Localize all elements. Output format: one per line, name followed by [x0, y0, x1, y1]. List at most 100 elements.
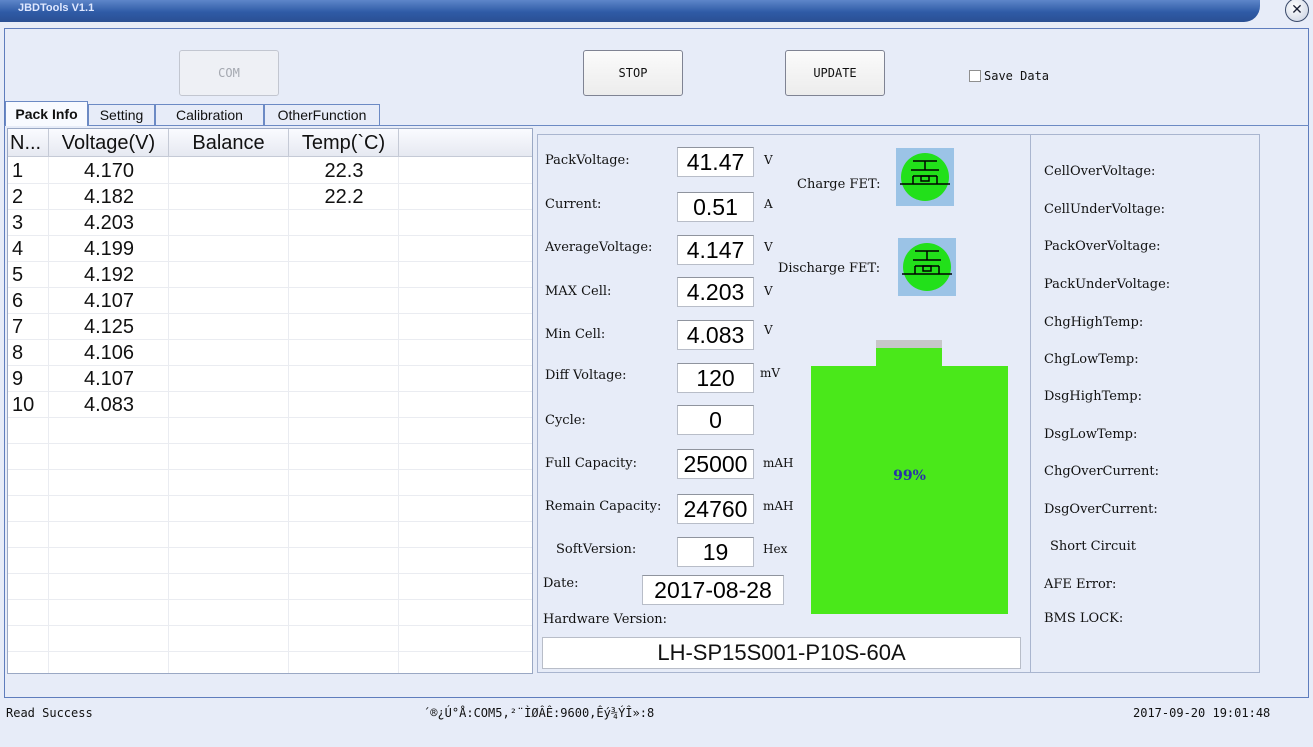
tab-pack-info[interactable]: Pack Info: [5, 101, 88, 126]
table-row[interactable]: 7 4.125: [8, 314, 532, 340]
table-row[interactable]: [8, 652, 532, 673]
protection-cell-under-voltage: CellUnderVoltage:: [1044, 202, 1166, 217]
cell-table[interactable]: N... Voltage(V) Balance Temp(`C) 1 4.170 2…: [7, 128, 533, 674]
cell-balance: [169, 340, 289, 366]
protection-chg-over-current: ChgOverCurrent:: [1044, 464, 1159, 479]
table-row[interactable]: [8, 626, 532, 652]
protection-short-circuit: Short Circuit: [1050, 539, 1137, 554]
protection-afe-error: AFE Error:: [1044, 577, 1117, 592]
table-row[interactable]: 9 4.107: [8, 366, 532, 392]
status-message: Read Success: [6, 706, 93, 720]
close-icon[interactable]: ✕: [1285, 0, 1309, 22]
cell-balance: [169, 262, 289, 288]
min-cell-label: Min Cell:: [545, 327, 606, 342]
cell-temp: [289, 236, 399, 262]
cell-voltage: 4.107: [83, 368, 135, 390]
table-row[interactable]: 5 4.192: [8, 262, 532, 288]
max-cell-value: 4.203: [677, 277, 754, 307]
table-row[interactable]: [8, 522, 532, 548]
header-voltage[interactable]: Voltage(V): [49, 129, 169, 157]
cell-balance: [169, 236, 289, 262]
pack-voltage-label: PackVoltage:: [545, 153, 630, 168]
header-number[interactable]: N...: [8, 129, 49, 157]
cycle-value: 0: [677, 405, 754, 435]
average-voltage-unit: V: [764, 240, 773, 254]
cell-balance: [169, 366, 289, 392]
cell-number: 10: [12, 394, 35, 416]
save-data-label: Save Data: [984, 69, 1050, 83]
tab-other-function[interactable]: OtherFunction: [264, 104, 380, 125]
table-row[interactable]: 6 4.107: [8, 288, 532, 314]
protection-dsg-high-temp: DsgHighTemp:: [1044, 389, 1142, 404]
table-row[interactable]: 4 4.199: [8, 236, 532, 262]
table-row[interactable]: [8, 600, 532, 626]
table-row[interactable]: [8, 574, 532, 600]
cell-voltage: 4.192: [83, 264, 135, 286]
current-unit: A: [764, 197, 773, 211]
remain-capacity-value: 24760: [677, 494, 754, 524]
status-datetime: 2017-09-20 19:01:48: [1133, 706, 1271, 720]
charge-fet-icon: [896, 148, 954, 206]
charge-fet-label: Charge FET:: [797, 177, 881, 192]
tab-strip-line: [4, 125, 1309, 126]
header-temp[interactable]: Temp(`C): [289, 129, 399, 157]
max-cell-label: MAX Cell:: [545, 284, 612, 299]
table-row[interactable]: [8, 470, 532, 496]
protection-pack-over-voltage: PackOverVoltage:: [1044, 239, 1161, 254]
pack-voltage-value: 41.47: [677, 147, 754, 177]
cell-balance: [169, 158, 289, 184]
cell-number: 1: [12, 160, 24, 182]
cell-voltage: 4.203: [83, 212, 135, 234]
current-label: Current:: [545, 197, 602, 212]
com-button[interactable]: COM: [179, 50, 279, 96]
protection-chg-low-temp: ChgLowTemp:: [1044, 352, 1139, 367]
cell-temp: [289, 210, 399, 236]
title-bar: JBDTools V1.1 ✕: [0, 0, 1313, 24]
soft-version-unit: Hex: [763, 542, 788, 556]
table-row[interactable]: [8, 418, 532, 444]
cell-voltage: 4.125: [83, 316, 135, 338]
discharge-fet-label: Discharge FET:: [778, 261, 881, 276]
table-row[interactable]: 2 4.182 22.2: [8, 184, 532, 210]
cell-number: 9: [12, 368, 24, 390]
remain-capacity-label: Remain Capacity:: [545, 499, 662, 514]
cell-temp: 22.3: [324, 160, 364, 182]
discharge-fet-icon: [898, 238, 956, 296]
header-balance[interactable]: Balance: [169, 129, 289, 157]
average-voltage-label: AverageVoltage:: [545, 240, 653, 255]
stop-button[interactable]: STOP: [583, 50, 683, 96]
cell-number: 5: [12, 264, 24, 286]
cell-temp: [289, 392, 399, 418]
min-cell-value: 4.083: [677, 320, 754, 350]
table-header: N... Voltage(V) Balance Temp(`C): [8, 129, 532, 157]
protection-bms-lock: BMS LOCK:: [1044, 611, 1124, 626]
update-button[interactable]: UPDATE: [785, 50, 885, 96]
table-row[interactable]: [8, 444, 532, 470]
cycle-label: Cycle:: [545, 413, 586, 428]
cell-number: 4: [12, 238, 24, 260]
diff-voltage-unit: mV: [760, 366, 781, 380]
tab-calibration[interactable]: Calibration: [155, 104, 264, 125]
table-row[interactable]: 10 4.083: [8, 392, 532, 418]
cell-temp: [289, 314, 399, 340]
battery-icon: [811, 366, 1008, 614]
cell-voltage: 4.182: [83, 186, 135, 208]
protection-pack-under-voltage: PackUnderVoltage:: [1044, 277, 1171, 292]
full-capacity-label: Full Capacity:: [545, 456, 637, 471]
battery-percent: 99%: [893, 468, 926, 484]
cell-temp: [289, 288, 399, 314]
cell-temp: [289, 340, 399, 366]
table-row[interactable]: 1 4.170 22.3: [8, 158, 532, 184]
table-row[interactable]: 8 4.106: [8, 340, 532, 366]
table-row[interactable]: 3 4.203: [8, 210, 532, 236]
title-tab: JBDTools V1.1: [0, 0, 1260, 22]
cell-balance: [169, 210, 289, 236]
min-cell-unit: V: [764, 323, 773, 337]
panel-divider: [1030, 134, 1031, 673]
save-data-checkbox[interactable]: [969, 70, 981, 82]
status-port-info: ´®¿Ú°Å:COM5,²¨ÌØÂÊ:9600,Êý¾ÝÎ»:8: [423, 706, 655, 720]
table-row[interactable]: [8, 548, 532, 574]
cell-number: 6: [12, 290, 24, 312]
table-row[interactable]: [8, 496, 532, 522]
tab-setting[interactable]: Setting: [88, 104, 155, 125]
